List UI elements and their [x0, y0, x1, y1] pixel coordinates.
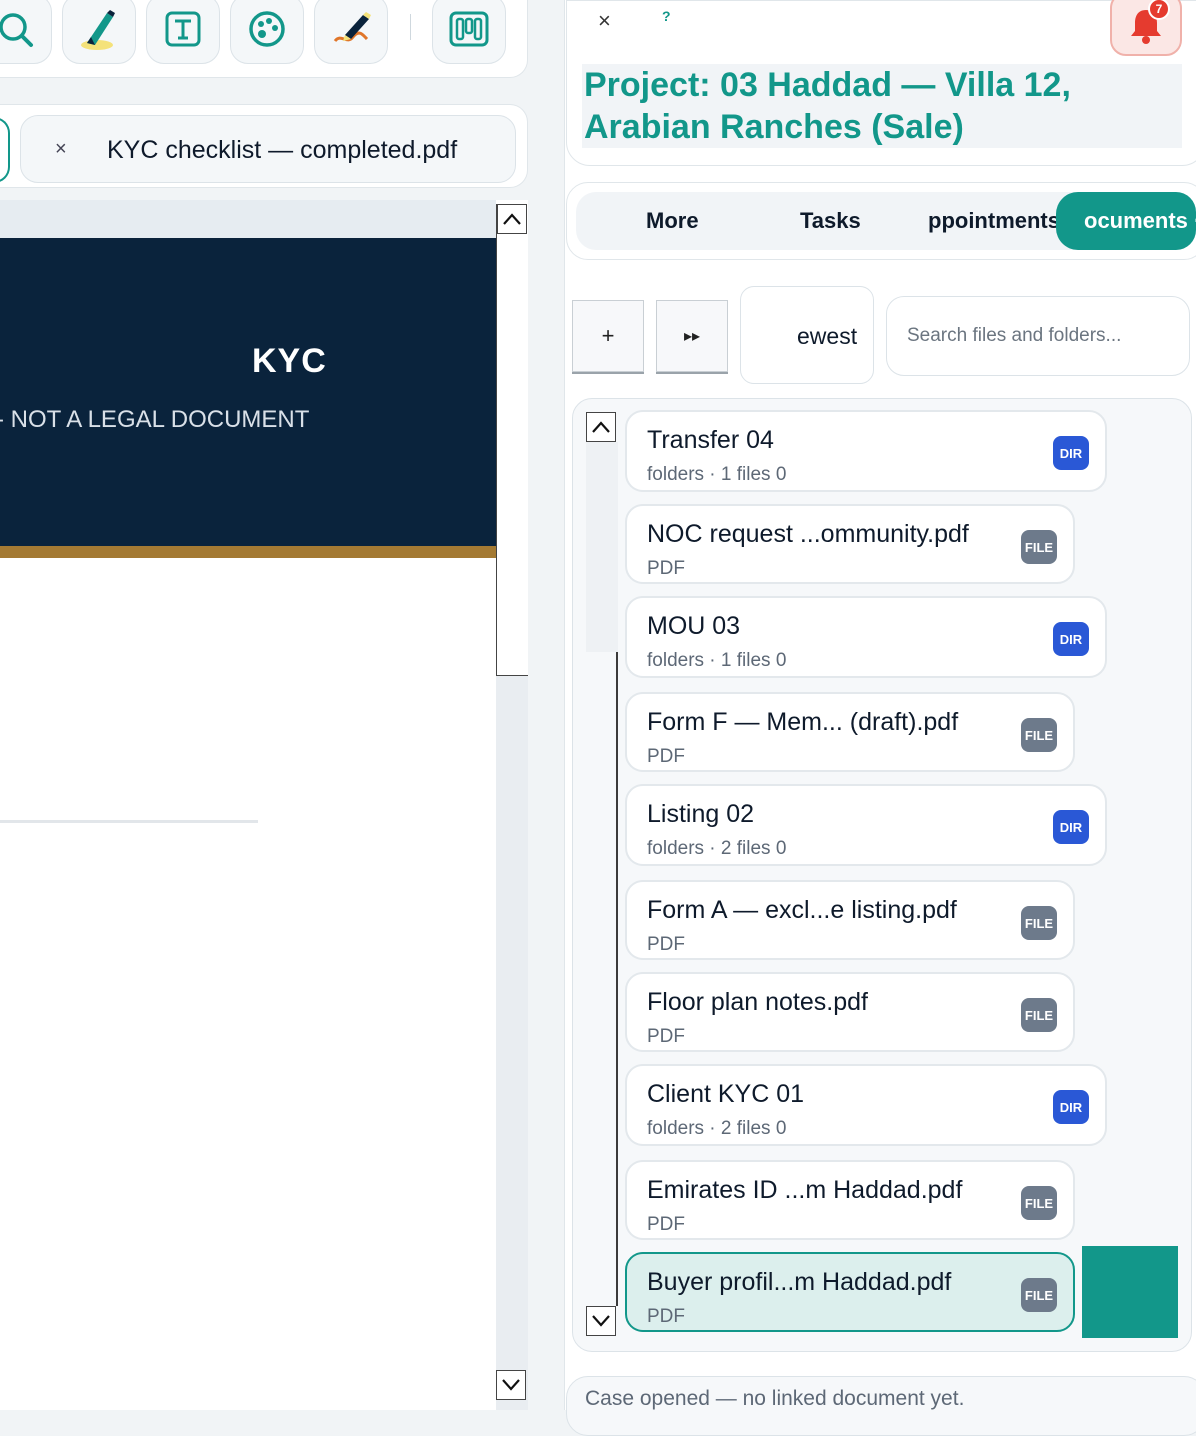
- item-name: Transfer 04: [647, 426, 774, 454]
- palette-icon: [249, 11, 285, 47]
- folder-row[interactable]: MOU 03 folders · 1 files 0 DIR: [625, 596, 1107, 678]
- notification-count-badge: 7: [1148, 0, 1170, 20]
- status-text: Case opened — no linked document yet.: [585, 1387, 965, 1410]
- file-badge: FILE: [1021, 998, 1057, 1032]
- tab-title: KYC checklist — completed.pdf: [107, 136, 458, 164]
- list-scroll-thumb[interactable]: [616, 652, 618, 1306]
- chevron-down-icon: [502, 1379, 520, 1391]
- document-subheading: - NOT A LEGAL DOCUMENT: [0, 406, 310, 433]
- list-scroll-down-button[interactable]: [586, 1306, 616, 1336]
- item-name: Client KYC 01: [647, 1080, 805, 1108]
- project-title-line1: Project: 03 Haddad — Villa 12,: [584, 66, 1071, 104]
- document-tab-strip: × KYC checklist — completed.pdf: [0, 104, 528, 188]
- folder-row[interactable]: Listing 02 folders · 2 files 0 DIR: [625, 784, 1107, 866]
- chevron-down-icon: [592, 1315, 610, 1327]
- item-meta: PDF: [647, 1306, 685, 1327]
- file-row[interactable]: Floor plan notes.pdf PDF FILE: [625, 972, 1075, 1052]
- section-tabs: More Tasks ppointments ocuments ·: [576, 192, 1196, 250]
- viewer-scrollbar[interactable]: [496, 204, 528, 676]
- file-row[interactable]: Emirates ID ...m Haddad.pdf PDF FILE: [625, 1160, 1075, 1240]
- viewer-toolbar: [0, 0, 528, 78]
- viewer-scroll-track[interactable]: [496, 676, 528, 1410]
- project-title-line2: Arabian Ranches (Sale): [584, 108, 964, 146]
- file-row[interactable]: Form F — Mem... (draft).pdf PDF FILE: [625, 692, 1075, 772]
- file-list-scrollbar[interactable]: [586, 412, 618, 1336]
- dir-badge: DIR: [1053, 1090, 1089, 1124]
- tab-tasks[interactable]: Tasks: [800, 192, 861, 250]
- sort-select[interactable]: ewest: [740, 286, 874, 384]
- color-tool-button[interactable]: [230, 0, 304, 64]
- close-panel-icon[interactable]: ×: [598, 8, 611, 34]
- item-meta: PDF: [647, 746, 685, 767]
- scroll-down-button[interactable]: [496, 1370, 526, 1400]
- list-scroll-track[interactable]: [586, 442, 618, 652]
- text-tool-button[interactable]: [146, 0, 220, 64]
- item-name: Buyer profil...m Haddad.pdf: [647, 1268, 952, 1296]
- item-meta: PDF: [647, 1026, 685, 1047]
- banner-rule: [0, 546, 496, 558]
- dir-badge: DIR: [1053, 622, 1089, 656]
- list-scroll-up-button[interactable]: [586, 412, 616, 442]
- document-banner: KYC - NOT A LEGAL DOCUMENT: [0, 238, 496, 546]
- dir-badge: DIR: [1053, 810, 1089, 844]
- document-heading: KYC: [252, 342, 327, 380]
- file-badge: FILE: [1021, 1186, 1057, 1220]
- item-meta: folders · 1 files 0: [647, 464, 787, 485]
- search-tool-button[interactable]: [0, 0, 52, 64]
- file-badge: FILE: [1021, 530, 1057, 564]
- help-icon[interactable]: ?: [662, 8, 671, 24]
- file-row[interactable]: NOC request ...ommunity.pdf PDF FILE: [625, 504, 1075, 584]
- text-box-icon: [165, 11, 201, 47]
- sort-value: ewest: [797, 323, 858, 349]
- item-meta: folders · 2 files 0: [647, 1118, 787, 1139]
- item-name: Floor plan notes.pdf: [647, 988, 868, 1016]
- chevron-up-icon: [592, 421, 610, 433]
- signature-pen-icon: [333, 12, 371, 43]
- item-name: Listing 02: [647, 800, 755, 828]
- file-row-selected[interactable]: Buyer profil...m Haddad.pdf PDF FILE: [625, 1252, 1075, 1332]
- close-tab-icon[interactable]: ×: [55, 138, 67, 161]
- next-page-button[interactable]: ▸▸: [656, 300, 728, 372]
- tab-documents[interactable]: ocuments ·: [1056, 192, 1196, 250]
- folder-row[interactable]: Transfer 04 folders · 1 files 0 DIR: [625, 410, 1107, 492]
- file-badge: FILE: [1021, 718, 1057, 752]
- add-file-button[interactable]: +: [572, 300, 644, 372]
- chevron-up-icon: [503, 213, 521, 225]
- highlighter-icon: [81, 10, 115, 50]
- drop-target-block[interactable]: [1082, 1246, 1178, 1338]
- highlight-tool-button[interactable]: [62, 0, 136, 64]
- notifications-button[interactable]: 7: [1110, 0, 1182, 56]
- item-meta: PDF: [647, 558, 685, 579]
- item-meta: folders · 2 files 0: [647, 838, 787, 859]
- tab-appointments[interactable]: ppointments: [928, 192, 1060, 250]
- item-meta: PDF: [647, 934, 685, 955]
- item-name: Form F — Mem... (draft).pdf: [647, 708, 959, 736]
- item-meta: PDF: [647, 1214, 685, 1235]
- dir-badge: DIR: [1053, 436, 1089, 470]
- columns-view-button[interactable]: [432, 0, 506, 64]
- tab-more[interactable]: More: [646, 192, 699, 250]
- status-bar: Case opened — no linked document yet.: [566, 1376, 1196, 1436]
- signature-tool-button[interactable]: [314, 0, 388, 64]
- item-name: Form A — excl...e listing.pdf: [647, 896, 957, 924]
- file-search-input[interactable]: [886, 296, 1190, 376]
- file-badge: FILE: [1021, 906, 1057, 940]
- tab-kyc-checklist[interactable]: × KYC checklist — completed.pdf: [20, 115, 516, 183]
- item-meta: folders · 1 files 0: [647, 650, 787, 671]
- item-name: NOC request ...ommunity.pdf: [647, 520, 969, 548]
- item-name: MOU 03: [647, 612, 741, 640]
- folder-row[interactable]: Client KYC 01 folders · 2 files 0 DIR: [625, 1064, 1107, 1146]
- scroll-up-button[interactable]: [497, 204, 527, 234]
- item-name: Emirates ID ...m Haddad.pdf: [647, 1176, 963, 1204]
- document-divider: [0, 820, 258, 823]
- file-row[interactable]: Form A — excl...e listing.pdf PDF FILE: [625, 880, 1075, 960]
- toolbar-divider: [410, 14, 411, 40]
- columns-icon: [449, 11, 489, 47]
- previous-tab[interactable]: [0, 117, 10, 183]
- search-icon: [0, 13, 33, 47]
- file-badge: FILE: [1021, 1278, 1057, 1312]
- viewer-header-band: [0, 200, 496, 238]
- project-title: Project: 03 Haddad — Villa 12, Arabian R…: [582, 64, 1182, 148]
